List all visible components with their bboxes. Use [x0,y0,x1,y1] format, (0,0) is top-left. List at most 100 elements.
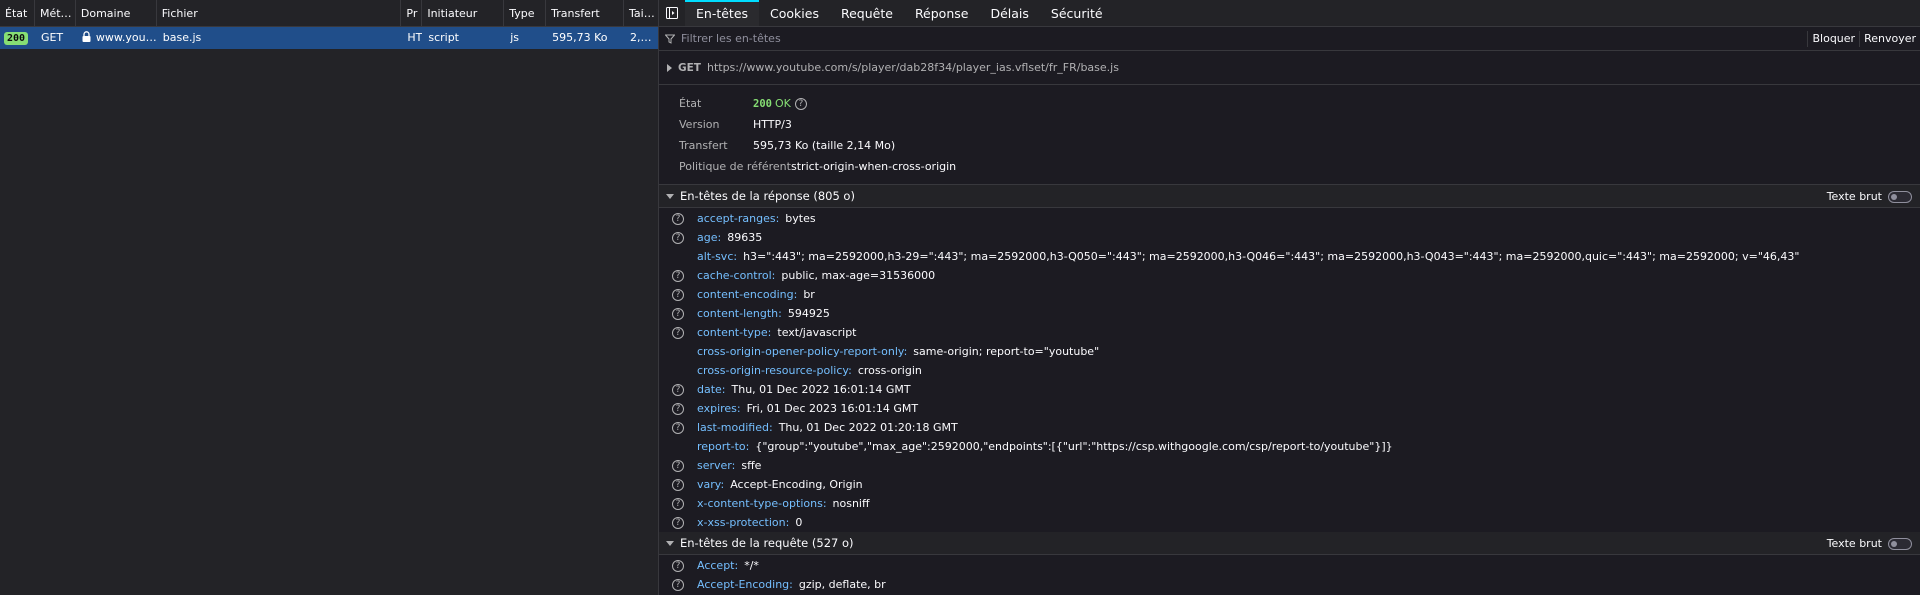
column-size[interactable]: Tai… [624,0,658,27]
response-headers-title: En-têtes de la réponse (805 o) [680,189,855,203]
header-value: Fri, 01 Dec 2023 16:01:14 GMT [746,402,919,415]
header-name: content-length: [697,307,782,320]
row-initiator: script [428,31,459,44]
header-row[interactable]: ? cache-control: public, max-age=31536000 [659,266,1920,285]
header-row[interactable]: cross-origin-resource-policy: cross-origi… [659,361,1920,380]
status-text: OK [774,97,791,110]
column-initiator[interactable]: Initiateur [422,0,505,27]
header-value: bytes [785,212,816,225]
tab-response[interactable]: Réponse [904,0,980,26]
tab-timings[interactable]: Délais [979,0,1039,26]
row-domain-cell: www.you… [76,27,157,49]
help-icon[interactable]: ? [672,288,684,301]
column-protocol[interactable]: Pr [401,0,423,27]
header-value: nosniff [832,497,870,510]
header-row[interactable]: ? content-length: 594925 [659,304,1920,323]
help-icon[interactable]: ? [794,98,807,110]
header-name: vary: [697,478,725,491]
header-row[interactable]: ? Accept: */* [659,556,1920,575]
column-transfer[interactable]: Transfert [546,0,625,27]
panel-toggle-button[interactable] [659,0,685,26]
column-status[interactable]: État [0,0,35,27]
referrer-value: strict-origin-when-cross-origin [791,160,957,173]
status-badge: 200 [4,32,29,45]
help-icon[interactable]: ? [672,383,684,396]
resend-button[interactable]: Renvoyer [1859,30,1920,47]
request-headers-list: ? Accept: */*? Accept-Encoding: gzip, deflat… [659,555,1920,594]
header-row[interactable]: ? x-xss-protection: 0 [659,513,1920,532]
header-row[interactable]: alt-svc: h3=":443"; ma=2592000,h3-29=":44… [659,247,1920,266]
header-row[interactable]: ? server: sffe [659,456,1920,475]
header-name: server: [697,459,736,472]
raw-toggle-request[interactable]: Texte brut [1827,532,1912,555]
row-domain: www.you… [95,31,157,44]
help-icon[interactable]: ? [672,459,684,472]
header-row[interactable]: ? x-content-type-options: nosniff [659,494,1920,513]
block-button[interactable]: Bloquer [1807,30,1859,47]
header-row[interactable]: ? date: Thu, 01 Dec 2022 16:01:14 GMT [659,380,1920,399]
header-name: date: [697,383,726,396]
help-icon[interactable]: ? [672,402,684,415]
header-row[interactable]: ? content-encoding: br [659,285,1920,304]
column-domain[interactable]: Domaine [76,0,157,27]
header-row[interactable]: cross-origin-opener-policy-report-only: s… [659,342,1920,361]
row-size: 2,… [630,31,652,44]
response-headers-section[interactable]: En-têtes de la réponse (805 o) Texte bru… [659,185,1920,208]
header-row[interactable]: ? content-type: text/javascript [659,323,1920,342]
version-label: Version [679,118,720,131]
toggle-switch[interactable] [1888,537,1912,550]
help-icon[interactable]: ? [672,559,684,572]
header-name: x-content-type-options: [697,497,827,510]
header-row[interactable]: ? last-modified: Thu, 01 Dec 2022 01:20:18… [659,418,1920,437]
header-name: accept-ranges: [697,212,780,225]
help-icon[interactable]: ? [672,212,684,225]
header-name: alt-svc: [697,250,738,263]
request-url-row[interactable]: GET https://www.youtube.com/s/player/dab… [659,51,1920,85]
column-file[interactable]: Fichier [157,0,402,27]
header-row[interactable]: ? vary: Accept-Encoding, Origin [659,475,1920,494]
toggle-switch[interactable] [1888,190,1912,203]
transfer-value: 595,73 Ko (taille 2,14 Mo) [753,139,896,152]
header-row[interactable]: ? age: 89635 [659,228,1920,247]
help-icon[interactable]: ? [672,269,684,282]
tab-security[interactable]: Sécurité [1040,0,1114,26]
request-row[interactable]: 200 GET www.you… base.js HT script js 59… [0,27,658,49]
expand-arrow-icon [667,63,672,72]
row-type: js [510,31,520,44]
referrer-label: Politique de référent [679,160,791,173]
header-row[interactable]: report-to: {"group":"youtube","max_age":2… [659,437,1920,456]
help-icon[interactable]: ? [672,578,684,591]
header-row[interactable]: ? expires: Fri, 01 Dec 2023 16:01:14 GMT [659,399,1920,418]
raw-toggle-response[interactable]: Texte brut [1827,185,1912,208]
row-method: GET [40,31,64,44]
help-icon[interactable]: ? [672,307,684,320]
request-headers-section[interactable]: En-têtes de la requête (527 o) Texte bru… [659,532,1920,555]
header-row[interactable]: ? Accept-Encoding: gzip, deflate, br [659,575,1920,594]
help-icon[interactable]: ? [672,478,684,491]
header-value: text/javascript [777,326,857,339]
column-type[interactable]: Type [504,0,547,27]
tab-request[interactable]: Requête [830,0,904,26]
column-method[interactable]: Mét… [35,0,76,27]
header-value: gzip, deflate, br [798,578,886,591]
headers-filter-input[interactable] [681,32,1808,45]
row-status-cell: 200 [0,27,35,49]
collapse-arrow-icon [666,193,674,199]
header-value: 594925 [787,307,830,320]
tab-headers[interactable]: En-têtes [685,0,760,26]
help-icon[interactable]: ? [672,326,684,339]
help-icon[interactable]: ? [672,231,684,244]
header-value: same-origin; report-to="youtube" [913,345,1100,358]
filter-icon [659,34,681,44]
help-cell: ? [659,288,697,301]
header-name: age: [697,231,722,244]
help-icon[interactable]: ? [672,421,684,434]
response-headers-list: ? accept-ranges: bytes? age: 89635 alt-svc: h3… [659,208,1920,532]
raw-label: Texte brut [1826,190,1882,203]
help-icon[interactable]: ? [672,497,684,510]
header-value: 0 [795,516,803,529]
help-icon[interactable]: ? [672,516,684,529]
tab-cookies[interactable]: Cookies [759,0,830,26]
header-name: cross-origin-resource-policy: [697,364,852,377]
header-row[interactable]: ? accept-ranges: bytes [659,209,1920,228]
